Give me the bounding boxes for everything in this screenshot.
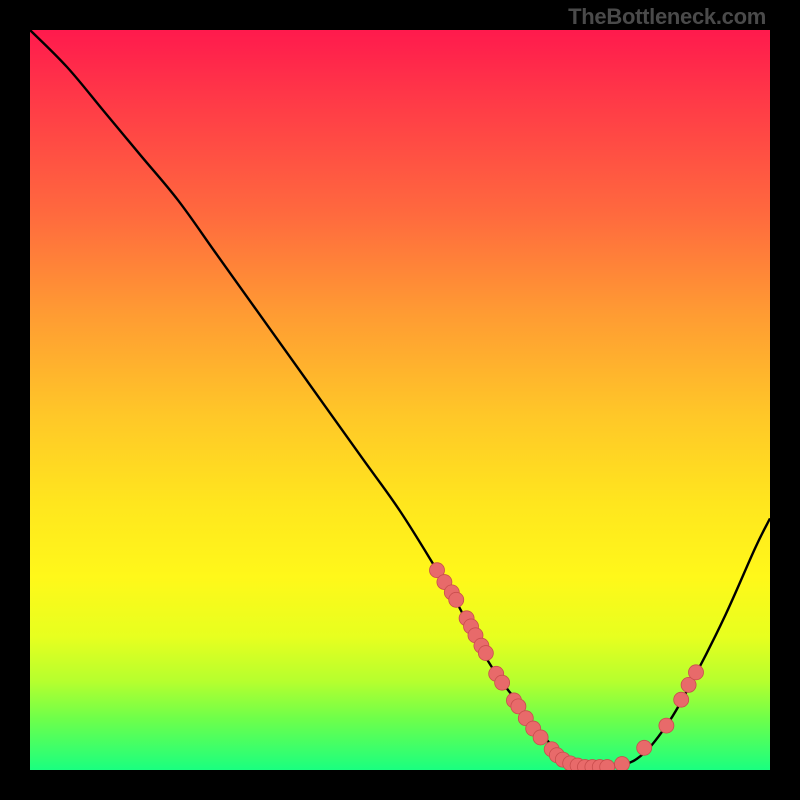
plot-area — [30, 30, 770, 770]
curve-marker — [637, 740, 652, 755]
curve-markers — [430, 563, 704, 770]
watermark-text: TheBottleneck.com — [568, 4, 766, 30]
curve-marker — [615, 757, 630, 770]
curve-marker — [533, 730, 548, 745]
curve-marker — [659, 718, 674, 733]
curve-marker — [689, 665, 704, 680]
chart-frame: TheBottleneck.com — [0, 0, 800, 800]
curve-marker — [495, 675, 510, 690]
curve-marker — [449, 592, 464, 607]
bottleneck-curve — [30, 30, 770, 768]
bottleneck-curve-svg — [30, 30, 770, 770]
curve-marker — [674, 692, 689, 707]
curve-marker — [478, 646, 493, 661]
